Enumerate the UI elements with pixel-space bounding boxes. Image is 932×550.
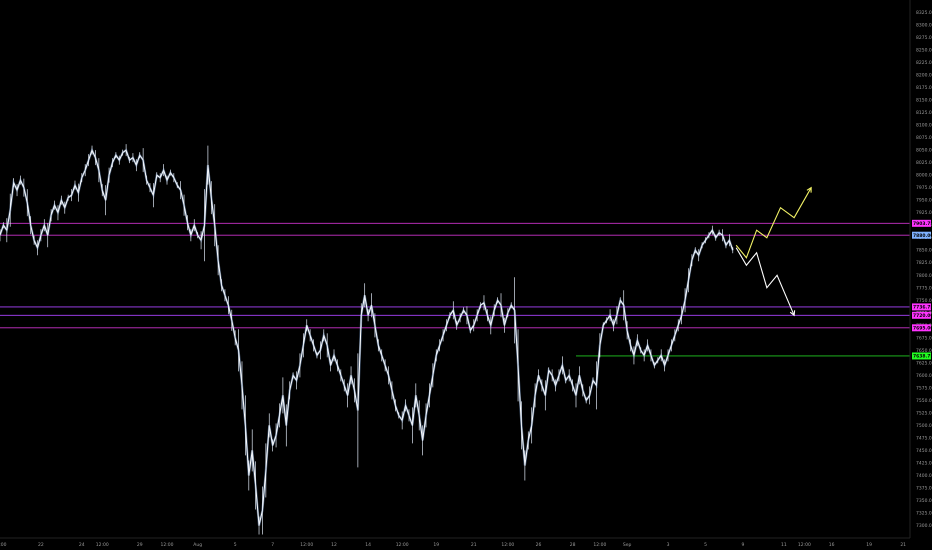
price-tick-label: 7300.00 bbox=[916, 523, 932, 529]
price-tick-label: 7750.00 bbox=[916, 298, 932, 304]
price-tick-label: 7375.00 bbox=[916, 485, 932, 491]
time-tick-label: 12:00 bbox=[593, 542, 606, 548]
price-badge-label: 7720.00 bbox=[913, 313, 932, 319]
price-tick-label: 7625.00 bbox=[916, 360, 932, 366]
price-badge-label: 7903.75 bbox=[913, 221, 932, 227]
time-tick-label: 12:00 bbox=[396, 542, 409, 548]
price-tick-label: 8275.00 bbox=[916, 35, 932, 41]
time-tick-label: 29 bbox=[137, 542, 143, 548]
price-tick-label: 7550.00 bbox=[916, 398, 932, 404]
chart-background bbox=[0, 0, 932, 550]
time-tick-label: Sep bbox=[623, 542, 632, 548]
time-tick-label: 19 bbox=[433, 542, 439, 548]
price-tick-label: 7575.00 bbox=[916, 385, 932, 391]
price-tick-label: 7975.00 bbox=[916, 185, 932, 191]
price-tick-label: 7500.00 bbox=[916, 423, 932, 429]
time-tick-label: 28 bbox=[570, 542, 576, 548]
time-tick-label: 12:00 bbox=[300, 542, 313, 548]
time-tick-label: 16 bbox=[829, 542, 835, 548]
time-tick-label: 9 bbox=[742, 542, 745, 548]
price-tick-label: 8125.00 bbox=[916, 110, 932, 116]
price-badge-label: 7638.75 bbox=[913, 354, 932, 360]
time-tick-label: 7 bbox=[271, 542, 274, 548]
price-tick-label: 8200.00 bbox=[916, 73, 932, 79]
price-tick-label: 8050.00 bbox=[916, 148, 932, 154]
price-tick-label: 8325.00 bbox=[916, 10, 932, 16]
price-tick-label: 8175.00 bbox=[916, 85, 932, 91]
price-tick-label: 8225.00 bbox=[916, 60, 932, 66]
price-tick-label: 7325.00 bbox=[916, 510, 932, 516]
time-tick-label: 14 bbox=[365, 542, 371, 548]
time-tick-label: 12:00 bbox=[96, 542, 109, 548]
price-chart[interactable]: 8325.00 8300.00 8275.00 8250.00 8225.00 8200.… bbox=[0, 0, 932, 550]
time-tick-label: 19 bbox=[866, 542, 872, 548]
time-tick-label: 12:00 bbox=[0, 542, 7, 548]
price-badge-label: 7880.00 bbox=[913, 233, 932, 239]
price-tick-label: 7925.00 bbox=[916, 210, 932, 216]
time-tick-label: 12 bbox=[331, 542, 337, 548]
price-tick-label: 8150.00 bbox=[916, 98, 932, 104]
price-tick-label: 7850.00 bbox=[916, 248, 932, 254]
price-tick-label: 7350.00 bbox=[916, 498, 932, 504]
price-tick-label: 7600.00 bbox=[916, 373, 932, 379]
price-badge-label: 7695.00 bbox=[913, 325, 932, 331]
price-tick-label: 8000.00 bbox=[916, 173, 932, 179]
price-tick-label: 7950.00 bbox=[916, 198, 932, 204]
price-tick-label: 7475.00 bbox=[916, 435, 932, 441]
price-tick-label: 7775.00 bbox=[916, 285, 932, 291]
time-tick-label: 12:00 bbox=[161, 542, 174, 548]
price-badge-label: 7736.75 bbox=[913, 305, 932, 311]
price-tick-label: 7525.00 bbox=[916, 410, 932, 416]
time-tick-label: 11 bbox=[781, 542, 787, 548]
time-tick-label: 22 bbox=[38, 542, 44, 548]
time-tick-label: 21 bbox=[900, 542, 906, 548]
price-tick-label: 8100.00 bbox=[916, 123, 932, 129]
time-tick-label: 12:00 bbox=[501, 542, 514, 548]
time-tick-label: 21 bbox=[471, 542, 477, 548]
time-tick-label: 3 bbox=[667, 542, 670, 548]
price-tick-label: 7400.00 bbox=[916, 473, 932, 479]
price-tick-label: 8300.00 bbox=[916, 23, 932, 29]
price-tick-label: 7800.00 bbox=[916, 273, 932, 279]
time-tick-label: 5 bbox=[704, 542, 707, 548]
time-tick-label: 12:00 bbox=[798, 542, 811, 548]
time-tick-label: 26 bbox=[536, 542, 542, 548]
price-tick-label: 7825.00 bbox=[916, 260, 932, 266]
price-tick-label: 8250.00 bbox=[916, 48, 932, 54]
time-tick-label: Aug bbox=[193, 542, 202, 548]
price-tick-label: 8025.00 bbox=[916, 160, 932, 166]
time-tick-label: 24 bbox=[79, 542, 85, 548]
price-tick-label: 8075.00 bbox=[916, 135, 932, 141]
price-tick-label: 7675.00 bbox=[916, 335, 932, 341]
price-tick-label: 7450.00 bbox=[916, 448, 932, 454]
price-tick-label: 7425.00 bbox=[916, 460, 932, 466]
time-tick-label: 5 bbox=[234, 542, 237, 548]
